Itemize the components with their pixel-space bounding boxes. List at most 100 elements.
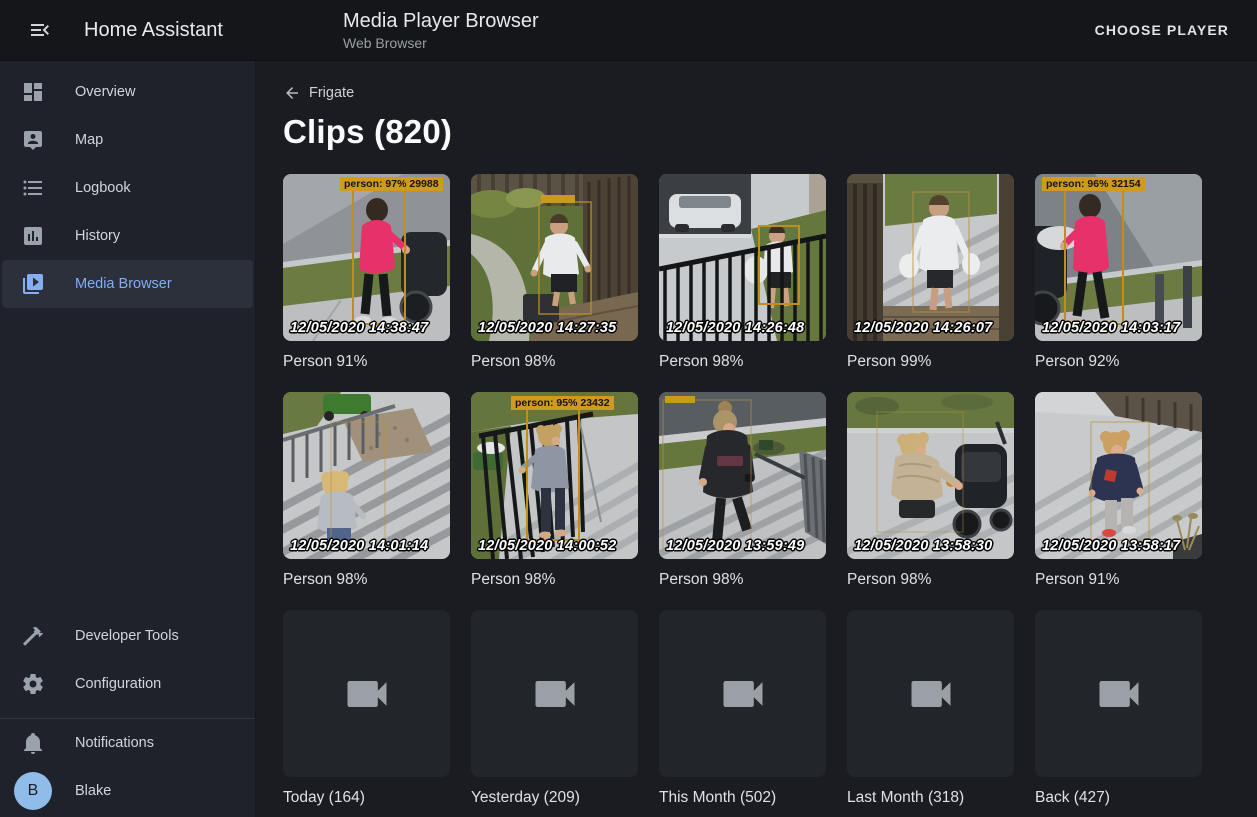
clip-thumbnail-scene [283, 392, 450, 559]
clip-tile[interactable]: person: 95% 23432 12/05/2020 14:00:52 Pe… [471, 392, 638, 589]
folder-thumbnail [283, 610, 450, 777]
app-title: Home Assistant [84, 19, 223, 42]
choose-player-button[interactable]: CHOOSE PLAYER [1087, 14, 1237, 46]
sidebar-item-label: Notifications [75, 735, 154, 751]
app-header: Home Assistant Media Player Browser Web … [0, 0, 1257, 60]
sidebar-item-label: Developer Tools [75, 628, 179, 644]
folder-tile-today[interactable]: Today (164) [283, 610, 450, 807]
sidebar-item-label: Configuration [75, 676, 161, 692]
play-box-multiple-icon [21, 272, 45, 296]
clip-thumbnail: person: 95% 23432 12/05/2020 14:00:52 [471, 392, 638, 559]
sidebar-item-logbook[interactable]: Logbook [2, 164, 253, 212]
sidebar-item-label: Map [75, 132, 103, 148]
clip-thumbnail: 12/05/2020 13:59:49 [659, 392, 826, 559]
avatar: B [14, 772, 52, 810]
clip-timestamp: 12/05/2020 14:38:47 [290, 320, 428, 336]
clip-timestamp: 12/05/2020 14:03:17 [1042, 320, 1180, 336]
breadcrumb-back-frigate[interactable]: Frigate [283, 84, 354, 102]
clip-tile[interactable]: 12/05/2020 13:58:17 Person 91% [1035, 392, 1202, 589]
sidebar-spacer [0, 308, 255, 612]
clip-thumbnail: 12/05/2020 14:27:35 [471, 174, 638, 341]
sidebar: Overview Map Logbook History Media Brows… [0, 60, 256, 817]
sidebar-item-label: Logbook [75, 180, 131, 196]
video-camera-icon [1093, 668, 1145, 720]
clip-caption: Person 91% [283, 353, 450, 371]
clip-tile[interactable]: 12/05/2020 14:26:48 Person 98% [659, 174, 826, 371]
clip-tile[interactable]: 12/05/2020 13:59:49 Person 98% [659, 392, 826, 589]
video-camera-icon [717, 668, 769, 720]
folder-tile-yesterday[interactable]: Yesterday (209) [471, 610, 638, 807]
clip-caption: Person 98% [847, 571, 1014, 589]
clip-thumbnail-scene [283, 174, 450, 341]
media-browser-content: Frigate Clips (820) [256, 60, 1257, 817]
folder-thumbnail [847, 610, 1014, 777]
clip-timestamp: 12/05/2020 13:58:30 [854, 538, 992, 554]
header-left: Home Assistant [0, 0, 256, 60]
clip-timestamp: 12/05/2020 13:59:49 [666, 538, 804, 554]
sidebar-item-label: Overview [75, 84, 135, 100]
clip-caption: Person 99% [847, 353, 1014, 371]
sidebar-bottom-group: Notifications B Blake [0, 719, 255, 817]
sidebar-item-developer-tools[interactable]: Developer Tools [2, 612, 253, 660]
video-camera-icon [529, 668, 581, 720]
folder-caption: Back (427) [1035, 789, 1202, 807]
clip-timestamp: 12/05/2020 14:26:07 [854, 320, 992, 336]
sidebar-item-history[interactable]: History [2, 212, 253, 260]
clip-tile[interactable]: 12/05/2020 13:58:30 Person 98% [847, 392, 1014, 589]
clip-thumbnail-scene [1035, 174, 1202, 341]
sidebar-item-label: History [75, 228, 120, 244]
sidebar-item-profile[interactable]: B Blake [2, 767, 253, 815]
page-title: Media Player Browser [343, 9, 539, 33]
detection-label: person: 97% 29988 [340, 177, 443, 191]
detection-label: person: 95% 23432 [511, 396, 614, 410]
detection-label: person: 96% 32154 [1042, 177, 1145, 191]
clip-tile[interactable]: 12/05/2020 14:27:35 Person 98% [471, 174, 638, 371]
clip-thumbnail-scene [471, 174, 638, 341]
clip-tile[interactable]: 12/05/2020 14:26:07 Person 99% [847, 174, 1014, 371]
sidebar-toggle-button[interactable] [20, 10, 60, 50]
folder-thumbnail [471, 610, 638, 777]
folder-caption: This Month (502) [659, 789, 826, 807]
bell-icon [21, 731, 45, 755]
folder-tile-last-month[interactable]: Last Month (318) [847, 610, 1014, 807]
folder-tile-this-month[interactable]: This Month (502) [659, 610, 826, 807]
clip-thumbnail: 12/05/2020 14:26:48 [659, 174, 826, 341]
folder-caption: Last Month (318) [847, 789, 1014, 807]
video-camera-icon [905, 668, 957, 720]
clip-tile[interactable]: 12/05/2020 14:01:14 Person 98% [283, 392, 450, 589]
page-heading: Clips (820) [283, 113, 1233, 151]
clip-tile[interactable]: person: 97% 29988 12/05/2020 14:38:47 Pe… [283, 174, 450, 371]
clip-timestamp: 12/05/2020 13:58:17 [1042, 538, 1180, 554]
sidebar-item-notifications[interactable]: Notifications [2, 719, 253, 767]
clip-caption: Person 98% [283, 571, 450, 589]
sidebar-item-media-browser[interactable]: Media Browser [2, 260, 253, 308]
page-title-block: Media Player Browser Web Browser [343, 9, 539, 52]
clip-thumbnail: 12/05/2020 13:58:17 [1035, 392, 1202, 559]
list-icon [21, 176, 45, 200]
clip-thumbnail-scene [847, 174, 1014, 341]
arrow-left-icon [283, 84, 301, 102]
clip-caption: Person 98% [659, 353, 826, 371]
dashboard-icon [21, 80, 45, 104]
user-name: Blake [75, 783, 111, 799]
breadcrumb-label: Frigate [309, 85, 354, 101]
clip-thumbnail-scene [1035, 392, 1202, 559]
page-subtitle: Web Browser [343, 34, 539, 52]
clip-thumbnail-scene [659, 174, 826, 341]
clip-timestamp: 12/05/2020 14:26:48 [666, 320, 804, 336]
clip-caption: Person 98% [659, 571, 826, 589]
folder-thumbnail [659, 610, 826, 777]
menu-open-icon [28, 18, 52, 42]
clips-grid: person: 97% 29988 12/05/2020 14:38:47 Pe… [283, 174, 1233, 807]
clip-timestamp: 12/05/2020 14:27:35 [478, 320, 616, 336]
sidebar-item-overview[interactable]: Overview [2, 68, 253, 116]
clip-caption: Person 92% [1035, 353, 1202, 371]
folder-tile-back[interactable]: Back (427) [1035, 610, 1202, 807]
map-account-icon [21, 128, 45, 152]
clip-thumbnail: 12/05/2020 13:58:30 [847, 392, 1014, 559]
sidebar-item-configuration[interactable]: Configuration [2, 660, 253, 708]
clip-thumbnail-scene [659, 392, 826, 559]
sidebar-item-map[interactable]: Map [2, 116, 253, 164]
clip-tile[interactable]: person: 96% 32154 12/05/2020 14:03:17 Pe… [1035, 174, 1202, 371]
clip-thumbnail: person: 96% 32154 12/05/2020 14:03:17 [1035, 174, 1202, 341]
